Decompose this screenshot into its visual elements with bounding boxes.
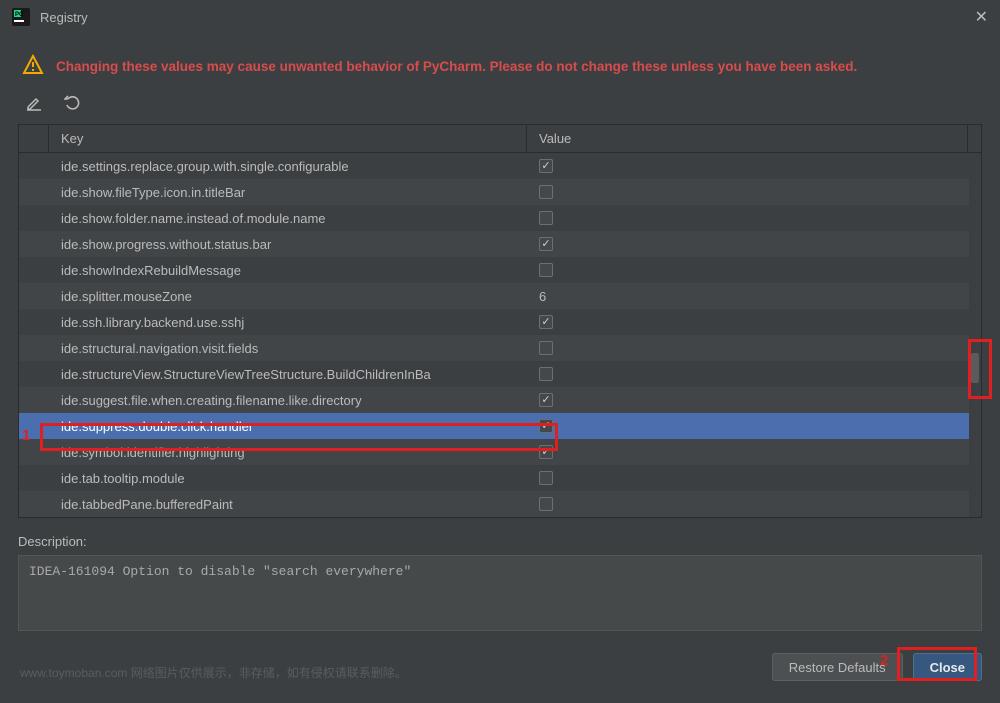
row-value[interactable] [527, 497, 967, 511]
checkbox[interactable] [539, 367, 553, 381]
value-text: 6 [539, 289, 546, 304]
table-header: Key Value [19, 125, 981, 153]
row-value[interactable] [527, 185, 967, 199]
row-key: ide.structural.navigation.visit.fields [49, 341, 527, 356]
revert-icon[interactable] [64, 95, 80, 114]
row-key: ide.settings.replace.group.with.single.c… [49, 159, 527, 174]
restore-defaults-button[interactable]: Restore Defaults [772, 653, 903, 681]
table-row[interactable]: ide.tab.tooltip.module [19, 465, 981, 491]
row-value[interactable] [527, 341, 967, 355]
description-box: IDEA-161094 Option to disable "search ev… [18, 555, 982, 631]
row-key: ide.show.folder.name.instead.of.module.n… [49, 211, 527, 226]
column-header-value[interactable]: Value [527, 125, 967, 152]
row-value[interactable] [527, 237, 967, 251]
table-row[interactable]: ide.show.fileType.icon.in.titleBar [19, 179, 981, 205]
checkbox[interactable] [539, 393, 553, 407]
row-value[interactable] [527, 471, 967, 485]
table-row[interactable]: ide.structureView.StructureViewTreeStruc… [19, 361, 981, 387]
rows-viewport: ide.settings.replace.group.with.single.c… [19, 153, 981, 517]
warning-banner: Changing these values may cause unwanted… [18, 44, 982, 93]
row-value[interactable] [527, 211, 967, 225]
table-row[interactable]: ide.settings.replace.group.with.single.c… [19, 153, 981, 179]
table-row[interactable]: ide.structural.navigation.visit.fields [19, 335, 981, 361]
table-row[interactable]: ide.symbol.identifier.highlighting [19, 439, 981, 465]
svg-text:PC: PC [15, 12, 24, 18]
row-key: ide.ssh.library.backend.use.sshj [49, 315, 527, 330]
toolbar [18, 93, 982, 124]
checkbox[interactable] [539, 237, 553, 251]
row-value[interactable] [527, 367, 967, 381]
row-key: ide.symbol.identifier.highlighting [49, 445, 527, 460]
table-row[interactable]: ide.suggest.file.when.creating.filename.… [19, 387, 981, 413]
header-gutter [19, 125, 49, 152]
window-title: Registry [40, 10, 88, 25]
checkbox[interactable] [539, 315, 553, 329]
checkbox[interactable] [539, 263, 553, 277]
checkbox[interactable] [539, 497, 553, 511]
table-row[interactable]: ide.suppress.double.click.handler [19, 413, 981, 439]
table-row[interactable]: ide.showIndexRebuildMessage [19, 257, 981, 283]
row-key: ide.suggest.file.when.creating.filename.… [49, 393, 527, 408]
row-key: ide.splitter.mouseZone [49, 289, 527, 304]
row-key: ide.show.progress.without.status.bar [49, 237, 527, 252]
row-key: ide.structureView.StructureViewTreeStruc… [49, 367, 527, 382]
checkbox[interactable] [539, 419, 553, 433]
row-value[interactable]: 6 [527, 289, 967, 304]
row-value[interactable] [527, 393, 967, 407]
table-row[interactable]: ide.tabbedPane.bufferedPaint [19, 491, 981, 517]
row-value[interactable] [527, 419, 967, 433]
titlebar: PC Registry ✕ [0, 0, 1000, 34]
close-button[interactable]: Close [913, 653, 982, 681]
checkbox[interactable] [539, 211, 553, 225]
header-scroll-spacer [967, 125, 981, 152]
table-row[interactable]: ide.show.folder.name.instead.of.module.n… [19, 205, 981, 231]
watermark-text: www.toymoban.com 网络图片仅供展示，非存储，如有侵权请联系删除。 [20, 664, 407, 681]
checkbox[interactable] [539, 341, 553, 355]
row-key: ide.showIndexRebuildMessage [49, 263, 527, 278]
edit-icon[interactable] [26, 95, 42, 114]
row-value[interactable] [527, 315, 967, 329]
warning-triangle-icon [22, 54, 44, 79]
row-key: ide.show.fileType.icon.in.titleBar [49, 185, 527, 200]
column-header-key[interactable]: Key [49, 125, 527, 152]
warning-text: Changing these values may cause unwanted… [56, 59, 857, 74]
row-key: ide.suppress.double.click.handler [49, 419, 527, 434]
scrollbar-track[interactable] [969, 153, 981, 517]
checkbox[interactable] [539, 445, 553, 459]
table-row[interactable]: ide.ssh.library.backend.use.sshj [19, 309, 981, 335]
row-value[interactable] [527, 263, 967, 277]
checkbox[interactable] [539, 185, 553, 199]
row-key: ide.tab.tooltip.module [49, 471, 527, 486]
description-label: Description: [18, 534, 982, 549]
checkbox[interactable] [539, 471, 553, 485]
close-icon[interactable]: ✕ [975, 7, 988, 27]
table-row[interactable]: ide.splitter.mouseZone 6 [19, 283, 981, 309]
registry-table: Key Value ide.settings.replace.group.wit… [18, 124, 982, 518]
table-row[interactable]: ide.show.progress.without.status.bar [19, 231, 981, 257]
row-key: ide.tabbedPane.bufferedPaint [49, 497, 527, 512]
pycharm-icon: PC [12, 8, 30, 26]
row-value[interactable] [527, 159, 967, 173]
row-value[interactable] [527, 445, 967, 459]
checkbox[interactable] [539, 159, 553, 173]
scrollbar-thumb[interactable] [971, 353, 979, 383]
